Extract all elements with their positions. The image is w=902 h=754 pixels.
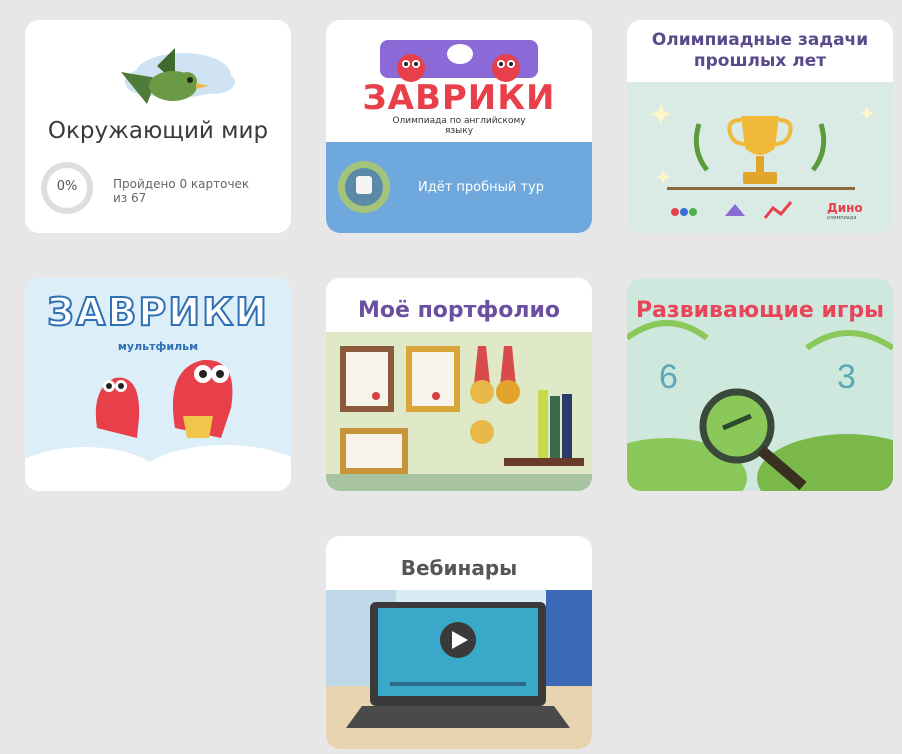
olympiad-subtitle-line-2: языку: [444, 126, 474, 136]
card-title: Олимпиадные задачи прошлых лет: [627, 30, 893, 72]
zavriki-logo: ЗАВРИКИ: [46, 289, 269, 335]
zavriki-logo: ЗАВРИКИ: [362, 78, 556, 118]
trial-tour-status: Идёт пробный тур: [418, 180, 545, 195]
card-portfolio[interactable]: Моё портфолио: [326, 278, 592, 491]
card-zavriki-olympiad[interactable]: Hi ЗАВРИКИ Олимпиада по английскому язык…: [326, 20, 592, 233]
svg-text:6: 6: [659, 358, 678, 396]
card-title: Моё портфолио: [358, 298, 560, 323]
card-webinars[interactable]: Вебинары: [326, 536, 592, 749]
progress-text: Пройдено 0 карточек из 67: [113, 177, 249, 205]
card-title-line-1: Олимпиадные задачи: [651, 30, 869, 50]
dino-olympiad-logo-name: Дино: [827, 201, 863, 215]
card-title-line-2: прошлых лет: [693, 51, 827, 71]
card-title: Окружающий мир: [47, 118, 269, 144]
card-title: Вебинары: [400, 556, 518, 580]
dino-olympiad-logo: Дино олимпиада: [827, 202, 863, 222]
progress-text-line-2: из 67: [113, 191, 147, 205]
card-olympiad-past[interactable]: Олимпиадные задачи прошлых лет Дино олим…: [627, 20, 893, 233]
card-okruzhayushchiy-mir[interactable]: Окружающий мир 0% Пройдено 0 карточек из…: [25, 20, 291, 233]
card-games[interactable]: 6 3 Развивающие игры: [627, 278, 893, 491]
card-zavriki-cartoon[interactable]: ЗАВРИКИ мультфильм: [25, 278, 291, 491]
progress-percent: 0%: [56, 179, 78, 194]
olympiad-subtitle-line-1: Олимпиада по английскому: [392, 116, 526, 126]
cartoon-subtitle: мультфильм: [117, 340, 199, 353]
dino-olympiad-logo-sub: олимпиада: [827, 215, 857, 221]
svg-text:3: 3: [837, 358, 856, 396]
progress-text-line-1: Пройдено 0 карточек: [113, 177, 250, 191]
olympiad-subtitle: Олимпиада по английскому языку: [326, 116, 592, 136]
card-title: Развивающие игры: [635, 298, 885, 323]
